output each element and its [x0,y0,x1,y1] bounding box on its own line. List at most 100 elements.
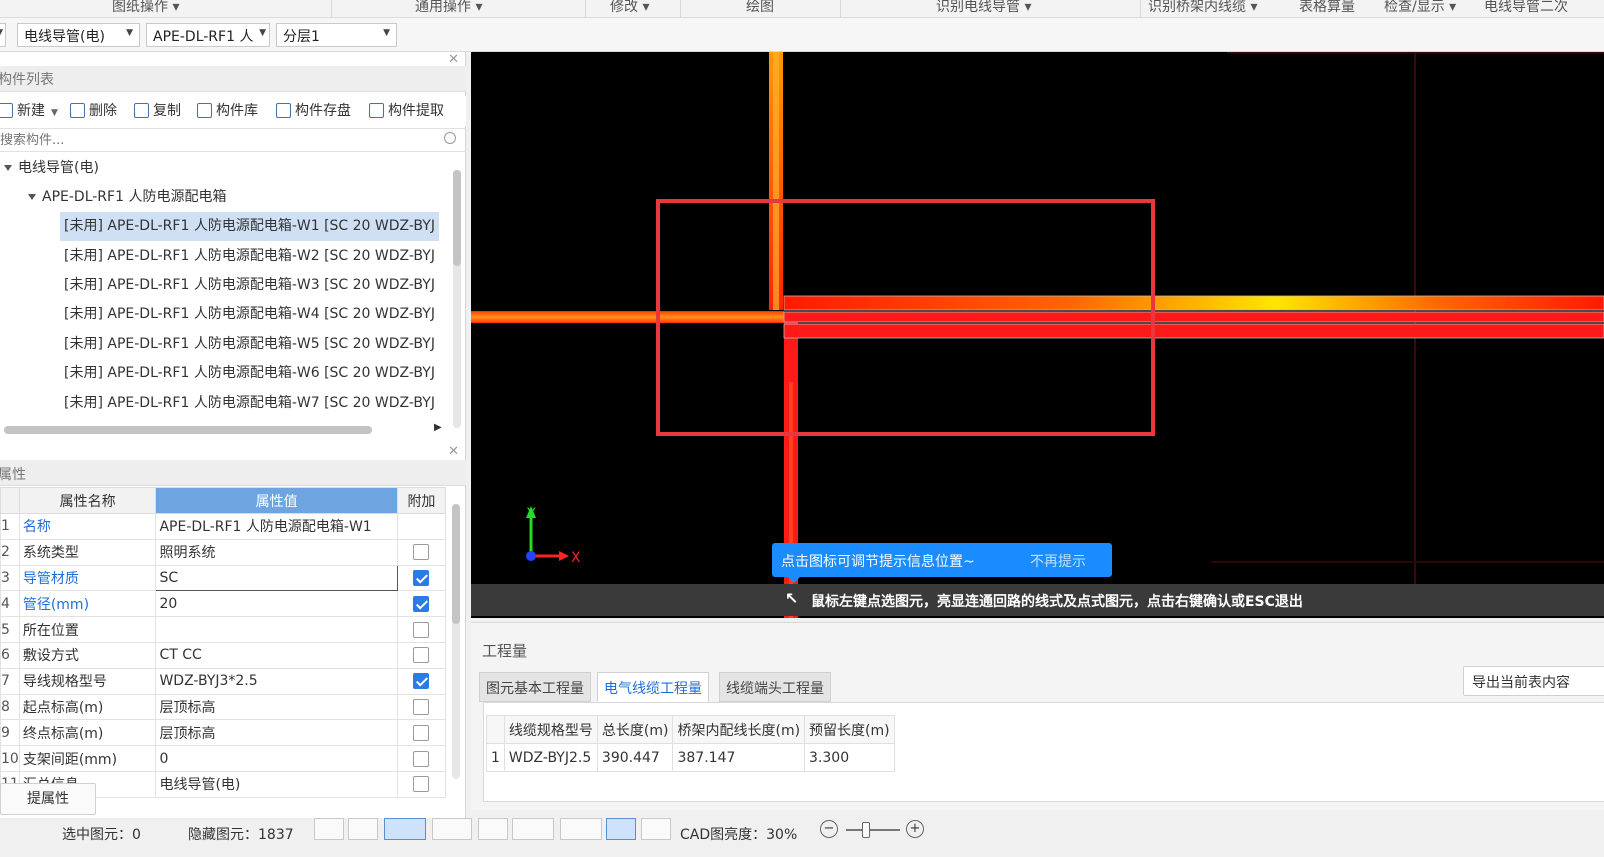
ribbon-draw[interactable]: 绘图 [746,0,774,16]
property-name: 系统类型 [18,538,157,566]
ribbon-drawing-ops[interactable]: 图纸操作 ▾ [112,0,179,16]
zoom-out-icon[interactable]: − [820,820,838,838]
add-tool[interactable] [560,818,602,840]
tree-item[interactable]: [未用] APE-DL-RF1 人防电源配电箱-W4 [SC 20 WDZ-BY… [60,300,450,329]
grid-snap-tool[interactable] [314,818,344,840]
ribbon-conduit-secondary[interactable]: 电线导管二次 [1484,0,1568,16]
brightness-slider[interactable] [846,829,900,831]
property-row[interactable]: 3 导管材质 SC [0,564,447,592]
cad-canvas[interactable]: Y X [471,52,1604,618]
conduit-horizontal-right[interactable] [783,323,1604,339]
attach-checkbox[interactable] [413,621,430,638]
property-value[interactable]: 层顶标高 [155,719,398,747]
category-selector[interactable]: 电线导管(电) ▼ [17,23,140,47]
property-row[interactable]: 7 导线规格型号 WDZ-BYJ3*2.5 [0,667,447,695]
ribbon-identify-conduit[interactable]: 识别电线导管 ▾ [936,0,1031,16]
property-value[interactable]: 0 [155,745,398,772]
tree-item[interactable]: [未用] APE-DL-RF1 人防电源配电箱-W5 [SC 20 WDZ-BY… [60,330,450,359]
attach-checkbox[interactable] [413,569,430,586]
property-value[interactable]: WDZ-BYJ3*2.5 [155,667,398,695]
export-table-button[interactable]: 导出当前表内容 [1463,666,1604,696]
property-value[interactable]: 层顶标高 [155,693,398,721]
attach-checkbox[interactable] [413,698,430,715]
property-row[interactable]: 2 系统类型 照明系统 [0,538,447,566]
ribbon-check-display[interactable]: 检查/显示 ▾ [1384,0,1456,16]
ribbon-general-ops[interactable]: 通用操作 ▾ [415,0,482,16]
properties-table: 属性名称 属性值 附加 1 名称 APE-DL-RF1 人防电源配电箱-W1 2 系统类… [0,487,447,798]
property-row[interactable]: 10 支架间距(mm) 0 [0,745,447,772]
tab-basic-quantity[interactable]: 图元基本工程量 [479,672,591,702]
property-value[interactable] [155,616,398,643]
scroll-right-icon[interactable]: ▶ [434,422,442,433]
property-value[interactable]: APE-DL-RF1 人防电源配电箱-W1 [155,513,398,540]
tree-item[interactable]: [未用] APE-DL-RF1 人防电源配电箱-W1 [SC 20 WDZ-BY… [60,212,450,241]
library-button[interactable]: 构件库 [197,100,258,122]
select-mode-tool[interactable] [384,818,426,840]
property-row[interactable]: 5 所在位置 [0,616,447,643]
attach-checkbox[interactable] [413,595,430,612]
layer-selector[interactable]: 分层1 ▼ [276,23,397,47]
tree-item[interactable]: [未用] APE-DL-RF1 人防电源配电箱-W6 [SC 20 WDZ-BY… [60,359,450,388]
attach-checkbox[interactable] [413,724,430,741]
ortho-tool[interactable] [348,818,378,840]
ribbon-modify[interactable]: 修改 ▾ [610,0,649,16]
corner-tool[interactable] [641,818,671,840]
extract-component-button[interactable]: 构件提取 [369,100,444,122]
brightness-slider-handle[interactable] [862,822,870,838]
hint-tooltip[interactable]: 点击图标可调节提示信息位置~ 不再提示 [772,543,1112,583]
property-row[interactable]: 6 敷设方式 CT CC [0,641,447,669]
cross-tool[interactable] [478,818,508,840]
dont-show-again-link[interactable]: 不再提示 [1030,551,1086,571]
close-icon[interactable]: ✕ [448,52,459,67]
attach-checkbox[interactable] [413,776,430,793]
conduit-horizontal-highlight[interactable] [783,295,1604,311]
attach-checkbox[interactable] [413,673,430,690]
zoom-in-icon[interactable]: + [906,820,924,838]
tree-horizontal-scrollbar[interactable] [4,426,444,434]
floor-selector[interactable]: ▼ [0,23,6,47]
property-name: 敷设方式 [18,641,157,669]
property-row[interactable]: 8 起点标高(m) 层顶标高 [0,693,447,721]
tree-group[interactable]: APE-DL-RF1 人防电源配电箱 [28,183,450,212]
property-value[interactable]: 照明系统 [155,538,398,566]
new-button[interactable]: 新建 ▼ [0,100,58,122]
ribbon-identify-tray-cable[interactable]: 识别桥架内线缆 ▾ [1148,0,1257,16]
tree-root[interactable]: 电线导管(电) [4,154,450,183]
conduit-horizontal-right[interactable] [783,311,1604,323]
tab-cable-quantity[interactable]: 电气线缆工程量 [597,672,709,702]
view-3d-tool[interactable] [432,818,472,840]
pointer-icon[interactable]: ↖ [785,589,798,608]
tree-item[interactable]: [未用] APE-DL-RF1 人防电源配电箱-W7 [SC 20 WDZ-BY… [60,389,450,418]
attach-checkbox[interactable] [413,647,430,664]
component-selector[interactable]: APE-DL-RF1 人 ▼ [146,23,270,47]
copy-button[interactable]: 复制 [134,100,181,122]
attach-checkbox[interactable] [413,750,430,767]
property-value[interactable]: 电线导管(电) [155,770,398,798]
tree-item[interactable]: [未用] APE-DL-RF1 人防电源配电箱-W3 [SC 20 WDZ-BY… [60,271,450,300]
display-tool[interactable] [606,818,636,840]
expand-icon[interactable] [28,194,36,200]
property-name: 终点标高(m) [18,719,157,747]
property-value[interactable]: CT CC [155,641,398,669]
property-value[interactable]: 20 [155,590,398,618]
tree-vertical-scrollbar[interactable] [453,170,461,428]
search-icon[interactable] [444,132,456,144]
tree-item[interactable]: [未用] APE-DL-RF1 人防电源配电箱-W2 [SC 20 WDZ-BY… [60,242,450,271]
expand-icon[interactable] [4,165,12,171]
properties-scrollbar[interactable] [452,504,460,779]
pick-property-button[interactable]: 提属性 [0,783,96,815]
delete-button[interactable]: 删除 [70,100,117,122]
tab-cable-terminal-quantity[interactable]: 线缆端头工程量 [719,672,831,702]
quantity-row[interactable]: 1 WDZ-BYJ2.5 390.447 387.147 3.300 [486,743,895,772]
attach-checkbox[interactable] [413,544,430,561]
property-row[interactable]: 1 名称 APE-DL-RF1 人防电源配电箱-W1 [0,513,447,540]
save-icon [276,103,291,118]
search-input[interactable] [0,131,430,150]
close-icon[interactable]: ✕ [448,444,459,459]
save-component-button[interactable]: 构件存盘 [276,100,351,122]
property-value[interactable]: SC [155,564,398,592]
ribbon-table-calc[interactable]: 表格算量 [1299,0,1355,16]
line-tool[interactable] [512,818,554,840]
property-row[interactable]: 4 管径(mm) 20 [0,590,447,618]
property-row[interactable]: 9 终点标高(m) 层顶标高 [0,719,447,747]
